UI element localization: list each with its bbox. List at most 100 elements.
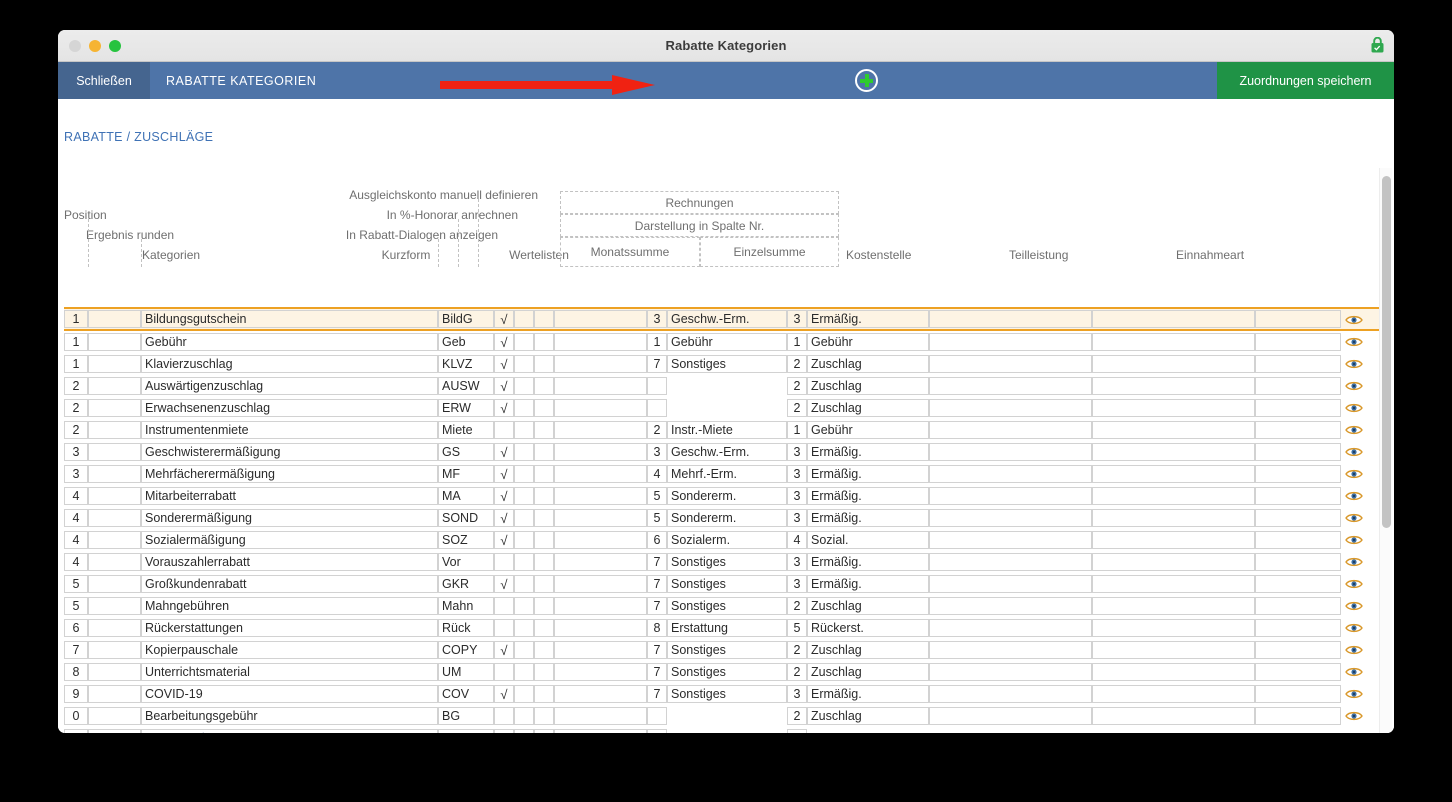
cell-rabatt-dialogen-checkbox[interactable]: √ (494, 465, 514, 483)
cell-einzelsumme-nr[interactable]: 3 (787, 443, 807, 461)
cell-honorar-anrechnen-checkbox[interactable] (514, 333, 534, 351)
cell-einnahmeart[interactable] (1255, 377, 1341, 395)
cell-ergebnis-runden[interactable] (88, 443, 141, 461)
cell-kurzform[interactable]: GKR (438, 575, 494, 593)
cell-monatssumme[interactable]: Erstattung (667, 619, 787, 637)
cell-rabatt-dialogen-checkbox[interactable]: √ (494, 333, 514, 351)
cell-kurzform[interactable]: AUSW (438, 377, 494, 395)
cell-monatssumme-nr[interactable]: 7 (647, 553, 667, 571)
cell-kostenstelle[interactable] (929, 377, 1092, 395)
cell-monatssumme[interactable]: Sonstiges (667, 663, 787, 681)
table-row[interactable]: 3 Geschwisterermäßigung GS √ 3 Geschw.-Erm. 3 E… (64, 441, 1380, 463)
cell-monatssumme-nr[interactable]: 7 (647, 597, 667, 615)
cell-monatssumme-nr[interactable]: 2 (647, 421, 667, 439)
eye-icon[interactable] (1345, 665, 1363, 677)
cell-honorar-anrechnen-checkbox[interactable] (514, 465, 534, 483)
cell-position[interactable]: 5 (64, 575, 88, 593)
cell-position[interactable]: 6 (64, 619, 88, 637)
eye-icon[interactable] (1345, 489, 1363, 501)
cell-wertelisten[interactable] (554, 685, 647, 703)
table-row[interactable]: 5 Mahngebühren Mahn 7 Sonstiges 2 Zuschlag (64, 595, 1380, 617)
cell-ergebnis-runden[interactable] (88, 310, 141, 328)
cell-honorar-anrechnen-checkbox[interactable] (514, 685, 534, 703)
save-assignments-button[interactable]: Zuordnungen speichern (1217, 62, 1394, 99)
table-row[interactable]: 9 COVID-19 COV √ 7 Sonstiges 3 Ermäßig. (64, 683, 1380, 705)
cell-position[interactable]: 3 (64, 465, 88, 483)
cell-ausgleichskonto-checkbox[interactable] (534, 531, 554, 549)
cell-kurzform[interactable]: BC (438, 729, 494, 733)
cell-honorar-anrechnen-checkbox[interactable] (514, 355, 534, 373)
cell-einnahmeart[interactable] (1255, 663, 1341, 681)
cell-einzelsumme[interactable]: Zuschlag (807, 399, 929, 417)
cell-einzelsumme[interactable]: Ermäßig. (807, 310, 929, 328)
cell-kostenstelle[interactable] (929, 707, 1092, 725)
cell-teilleistung[interactable] (1092, 487, 1255, 505)
cell-ausgleichskonto-checkbox[interactable] (534, 575, 554, 593)
eye-icon[interactable] (1345, 533, 1363, 545)
cell-position[interactable]: 2 (64, 399, 88, 417)
cell-einnahmeart[interactable] (1255, 443, 1341, 461)
cell-ergebnis-runden[interactable] (88, 619, 141, 637)
cell-ausgleichskonto-checkbox[interactable] (534, 509, 554, 527)
table-row[interactable]: 4 Mitarbeiterrabatt MA √ 5 Sondererm. 3 Ermäßig… (64, 485, 1380, 507)
cell-monatssumme-nr[interactable]: 1 (647, 333, 667, 351)
cell-einzelsumme[interactable]: Zuschlag (807, 641, 929, 659)
cell-kurzform[interactable]: Mahn (438, 597, 494, 615)
cell-kurzform[interactable]: GS (438, 443, 494, 461)
cell-kategorie[interactable]: Bonuscard (141, 729, 438, 733)
cell-einzelsumme-nr[interactable]: 3 (787, 487, 807, 505)
cell-einzelsumme-nr[interactable]: 3 (787, 310, 807, 328)
cell-honorar-anrechnen-checkbox[interactable] (514, 487, 534, 505)
cell-position[interactable]: 9 (64, 685, 88, 703)
cell-ergebnis-runden[interactable] (88, 531, 141, 549)
cell-einzelsumme-nr[interactable]: 2 (787, 355, 807, 373)
cell-einnahmeart[interactable] (1255, 641, 1341, 659)
cell-rabatt-dialogen-checkbox[interactable]: √ (494, 355, 514, 373)
cell-einnahmeart[interactable] (1255, 465, 1341, 483)
table-row[interactable]: 2 Auswärtigenzuschlag AUSW √ 2 Zuschlag (64, 375, 1380, 397)
cell-ergebnis-runden[interactable] (88, 729, 141, 733)
cell-einzelsumme[interactable]: Ermäßig. (807, 509, 929, 527)
cell-ergebnis-runden[interactable] (88, 553, 141, 571)
eye-icon[interactable] (1345, 467, 1363, 479)
eye-icon[interactable] (1345, 555, 1363, 567)
cell-einzelsumme-nr[interactable]: 4 (787, 531, 807, 549)
cell-monatssumme-nr[interactable]: 7 (647, 663, 667, 681)
eye-icon[interactable] (1345, 401, 1363, 413)
cell-rabatt-dialogen-checkbox[interactable]: √ (494, 443, 514, 461)
cell-kategorie[interactable]: Bearbeitungsgebühr (141, 707, 438, 725)
cell-wertelisten[interactable] (554, 575, 647, 593)
cell-kurzform[interactable]: MF (438, 465, 494, 483)
cell-ergebnis-runden[interactable] (88, 487, 141, 505)
cell-rabatt-dialogen-checkbox[interactable] (494, 729, 514, 733)
eye-icon[interactable] (1345, 687, 1363, 699)
cell-wertelisten[interactable] (554, 443, 647, 461)
cell-einzelsumme-nr[interactable] (787, 729, 807, 733)
cell-monatssumme[interactable]: Sonstiges (667, 575, 787, 593)
cell-monatssumme-nr[interactable]: 3 (647, 310, 667, 328)
cell-monatssumme[interactable]: Sonstiges (667, 597, 787, 615)
cell-position[interactable]: 2 (64, 421, 88, 439)
cell-monatssumme-nr[interactable]: 7 (647, 575, 667, 593)
cell-position[interactable]: 4 (64, 509, 88, 527)
cell-ausgleichskonto-checkbox[interactable] (534, 377, 554, 395)
cell-kurzform[interactable]: SOND (438, 509, 494, 527)
cell-einzelsumme-nr[interactable]: 2 (787, 377, 807, 395)
cell-kostenstelle[interactable] (929, 333, 1092, 351)
cell-honorar-anrechnen-checkbox[interactable] (514, 663, 534, 681)
cell-monatssumme[interactable]: Sonstiges (667, 641, 787, 659)
cell-honorar-anrechnen-checkbox[interactable] (514, 575, 534, 593)
cell-monatssumme[interactable]: Sonstiges (667, 355, 787, 373)
cell-rabatt-dialogen-checkbox[interactable]: √ (494, 399, 514, 417)
cell-kostenstelle[interactable] (929, 531, 1092, 549)
cell-kategorie[interactable]: Instrumentenmiete (141, 421, 438, 439)
cell-monatssumme[interactable]: Sondererm. (667, 487, 787, 505)
eye-icon[interactable] (1345, 335, 1363, 347)
cell-kategorie[interactable]: COVID-19 (141, 685, 438, 703)
cell-rabatt-dialogen-checkbox[interactable] (494, 597, 514, 615)
cell-ergebnis-runden[interactable] (88, 597, 141, 615)
cell-kurzform[interactable]: Miete (438, 421, 494, 439)
cell-einnahmeart[interactable] (1255, 685, 1341, 703)
cell-position[interactable]: 1 (64, 333, 88, 351)
cell-rabatt-dialogen-checkbox[interactable]: √ (494, 685, 514, 703)
